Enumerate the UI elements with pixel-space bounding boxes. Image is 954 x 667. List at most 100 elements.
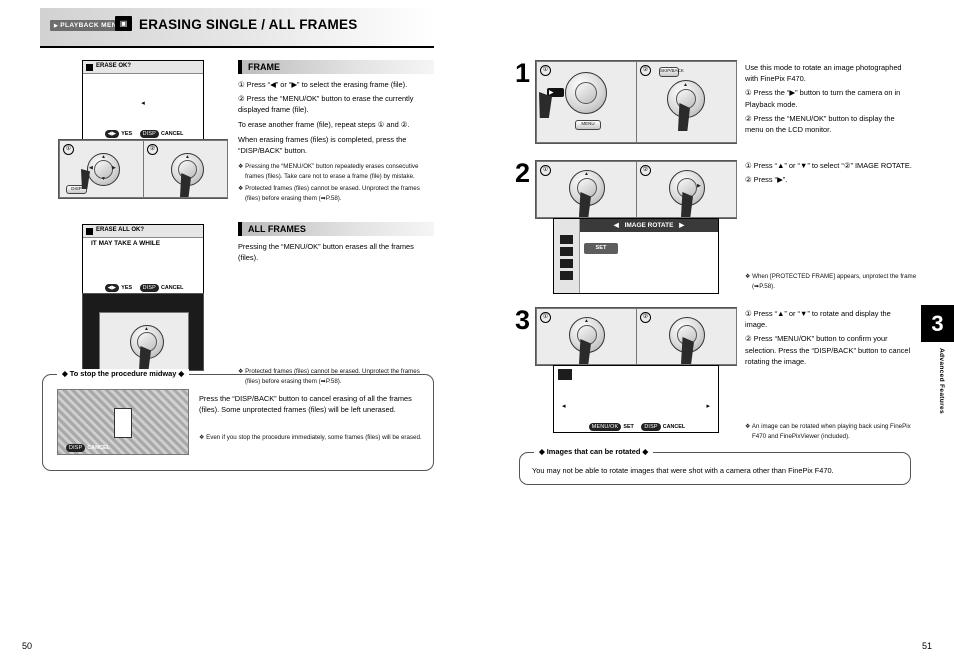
stop-procedure-callout: ◆ To stop the procedure midway ◆ DISP CAN… bbox=[42, 369, 434, 471]
step-2-item-2: ② Press “▶”. bbox=[745, 175, 788, 185]
lcd-rotate-buttons: MENU/OK SET DISP CANCEL bbox=[554, 423, 718, 431]
menu-icon-3 bbox=[560, 259, 573, 268]
playback-arrow-icon: ▶ bbox=[549, 90, 554, 96]
preview-left-arrow-icon: ◂ bbox=[562, 403, 566, 410]
right-page: PLAYBACK MENU ↻ IMAGE ROTATE 1 ① ▶ MENU … bbox=[477, 0, 954, 667]
step-3-item-1: ① Press “▲” or “▼” to rotate and display… bbox=[745, 309, 891, 330]
lcd-rotate-preview: ◂ ▸ MENU/OK SET DISP CANCEL bbox=[553, 365, 719, 433]
badge-step3-2: ② bbox=[640, 312, 651, 323]
badge-step3-1: ① bbox=[540, 312, 551, 323]
step-2-note-text: When [PROTECTED FRAME] appears, unprotec… bbox=[752, 273, 917, 290]
menu-icon-4 bbox=[560, 271, 573, 280]
badge-1: ① bbox=[63, 144, 74, 155]
camera-back-step2-2: ② ▶ bbox=[636, 161, 737, 218]
rotatable-callout-title: ◆ Images that can be rotated ◆ bbox=[534, 447, 654, 456]
step-2-number: 2 bbox=[515, 158, 531, 188]
stop-procedure-title: ◆ To stop the procedure midway ◆ bbox=[57, 369, 190, 378]
lcd-cancel-label-2: CANCEL bbox=[160, 285, 184, 291]
step-3-note-text: An image can be rotated when playing bac… bbox=[751, 423, 911, 440]
frame-step-1: ① Press “◀” or “▶” to select the erasing… bbox=[238, 80, 408, 89]
lcd-erase-all-titlebar: ERASE ALL OK? bbox=[83, 225, 203, 238]
camera-illustration-3: ▲ ▼ bbox=[82, 293, 204, 372]
menu-titlebar: ◀ IMAGE ROTATE ▶ bbox=[580, 219, 718, 232]
rotatable-callout-body: You may not be able to rotate images tha… bbox=[532, 466, 834, 475]
note-star-icon-5: ❖ bbox=[745, 274, 751, 280]
step-2-illustration: ① ▲ ▼ ② ▶ ◀ IMAGE ROTATE ▶ bbox=[535, 160, 737, 295]
erase-all-icon bbox=[86, 228, 93, 235]
lcd-key-disp-2: DISP bbox=[139, 284, 159, 292]
lcd-image-rotate-menu: ◀ IMAGE ROTATE ▶ SET bbox=[553, 218, 719, 294]
lcd-erase-ok-titlebar: ERASE OK? bbox=[83, 61, 203, 74]
lcd-key-menuok: MENU/OK bbox=[588, 423, 622, 431]
camera-back-step3-2: ② bbox=[636, 308, 737, 365]
frame-para-1: To erase another frame (file), repeat st… bbox=[238, 119, 410, 129]
menu-title-text: IMAGE ROTATE bbox=[624, 222, 674, 229]
finger-pointer-step1-2 bbox=[678, 103, 690, 131]
erase-ok-figure: ERASE OK? ◂ ◀▶ YES DISP CANCEL ① ▲ ▼ ◀ ▶ D… bbox=[58, 60, 228, 199]
finger-pointer-step3-1 bbox=[579, 339, 591, 364]
skip-back-button: SKIP/BACK bbox=[659, 67, 684, 77]
dial-up-icon-1: ▲ bbox=[101, 154, 106, 160]
camera-back-3: ▲ ▼ bbox=[99, 312, 189, 372]
camera-back-step3-1: ① ▲ ▼ bbox=[536, 308, 637, 365]
step-2-text: ① Press “▲” or “▼” to select “②” IMAGE R… bbox=[745, 160, 913, 185]
thumbnail-highlight bbox=[114, 408, 132, 438]
step-1-item-1: ① Press the “▶” button to turn the camer… bbox=[745, 88, 901, 109]
note-star-icon-6: ❖ bbox=[745, 424, 751, 430]
step-3-item-2: ② Press “MENU/OK” button to confirm your… bbox=[745, 334, 911, 366]
lcd-set-label: SET bbox=[623, 424, 634, 430]
lcd-cancel-label-4: CANCEL bbox=[662, 424, 686, 430]
page-number-right: 51 bbox=[921, 641, 932, 651]
lcd-erase-all-title: ERASE ALL OK? bbox=[96, 227, 145, 233]
dial-up-icon-step3-1: ▲ bbox=[584, 318, 589, 324]
left-page-header: PLAYBACK MENU ▣ ERASING SINGLE / ALL FRA… bbox=[40, 8, 434, 48]
lcd-erase-ok-title: ERASE OK? bbox=[96, 63, 132, 69]
chapter-tab-label: Advanced Features bbox=[938, 348, 945, 414]
badge-step2-2: ② bbox=[640, 165, 651, 176]
all-frames-heading: ALL FRAMES bbox=[238, 222, 434, 236]
finger-pointer-step3-2 bbox=[681, 337, 694, 364]
lcd-key-leftright-2: ◀▶ bbox=[104, 284, 120, 292]
stop-procedure-note: ❖ Even if you stop the procedure immedia… bbox=[199, 433, 424, 443]
dial-up-icon-step1: ▲ bbox=[683, 82, 688, 88]
badge-2: ② bbox=[147, 144, 158, 155]
dial-left-icon-1: ◀ bbox=[89, 165, 93, 171]
trash-icon: ▣ bbox=[115, 16, 132, 31]
finger-pointer-3 bbox=[139, 346, 151, 371]
step-1-intro: Use this mode to rotate an image photogr… bbox=[745, 63, 902, 84]
frame-section: FRAME ① Press “◀” or “▶” to select the e… bbox=[238, 60, 434, 203]
dial-up-icon-3: ▲ bbox=[144, 326, 149, 332]
lcd-erase-all-buttons: ◀▶ YES DISP CANCEL bbox=[83, 284, 203, 292]
menu-set-button[interactable]: SET bbox=[584, 243, 618, 254]
dial-right-icon-step2-2: ▶ bbox=[697, 183, 701, 189]
finger-pointer-step2-2 bbox=[681, 192, 693, 217]
dial-down-icon-1: ▼ bbox=[101, 176, 106, 182]
camera-back-step2-1: ① ▲ ▼ bbox=[536, 161, 637, 218]
lcd-yes-label: YES bbox=[121, 131, 133, 137]
erase-icon bbox=[86, 64, 93, 71]
frame-note-2: ❖ Protected frames (files) cannot be era… bbox=[238, 184, 434, 203]
camera-back-1: ① ▲ ▼ ◀ ▶ DISP bbox=[59, 140, 144, 198]
stop-procedure-note-text: Even if you stop the procedure immediate… bbox=[206, 434, 422, 441]
lcd-yes-label-2: YES bbox=[121, 285, 133, 291]
finger-pointer-1 bbox=[81, 169, 90, 189]
step-1-text: Use this mode to rotate an image photogr… bbox=[745, 62, 913, 135]
note-star-icon-1: ❖ bbox=[238, 164, 244, 171]
chapter-tab: 3 bbox=[921, 305, 954, 342]
step-3-note: ❖ An image can be rotated when playing b… bbox=[745, 422, 920, 441]
camera-back-step1-2: ② SKIP/BACK ▲ ▼ bbox=[636, 61, 737, 143]
step-2-note: ❖ When [PROTECTED FRAME] appears, unprot… bbox=[745, 272, 920, 291]
step-3-illustration: ① ▲ ▼ ② ◂ ▸ MENU/OKSET DISPCANCEL bbox=[535, 307, 737, 435]
menu-icon-2 bbox=[560, 247, 573, 256]
badge-step1-2: ② bbox=[640, 65, 651, 76]
lcd-cancel-label: CANCEL bbox=[160, 131, 184, 137]
left-page: PLAYBACK MENU ▣ ERASING SINGLE / ALL FRA… bbox=[0, 0, 477, 667]
mode-dial-center-1 bbox=[575, 82, 597, 104]
rotate-mode-icon bbox=[558, 369, 572, 380]
rotatable-callout: ◆ Images that can be rotated ◆ You may n… bbox=[519, 447, 911, 485]
step-2-camera-pair: ① ▲ ▼ ② ▶ bbox=[535, 160, 737, 219]
note-star-icon-2: ❖ bbox=[238, 186, 244, 193]
lcd-erase-ok: ERASE OK? ◂ ◀▶ YES DISP CANCEL bbox=[82, 60, 204, 140]
menu-right-arrow-icon: ▶ bbox=[679, 222, 685, 229]
cancel-button-row: DISP CANCEL bbox=[64, 444, 110, 452]
